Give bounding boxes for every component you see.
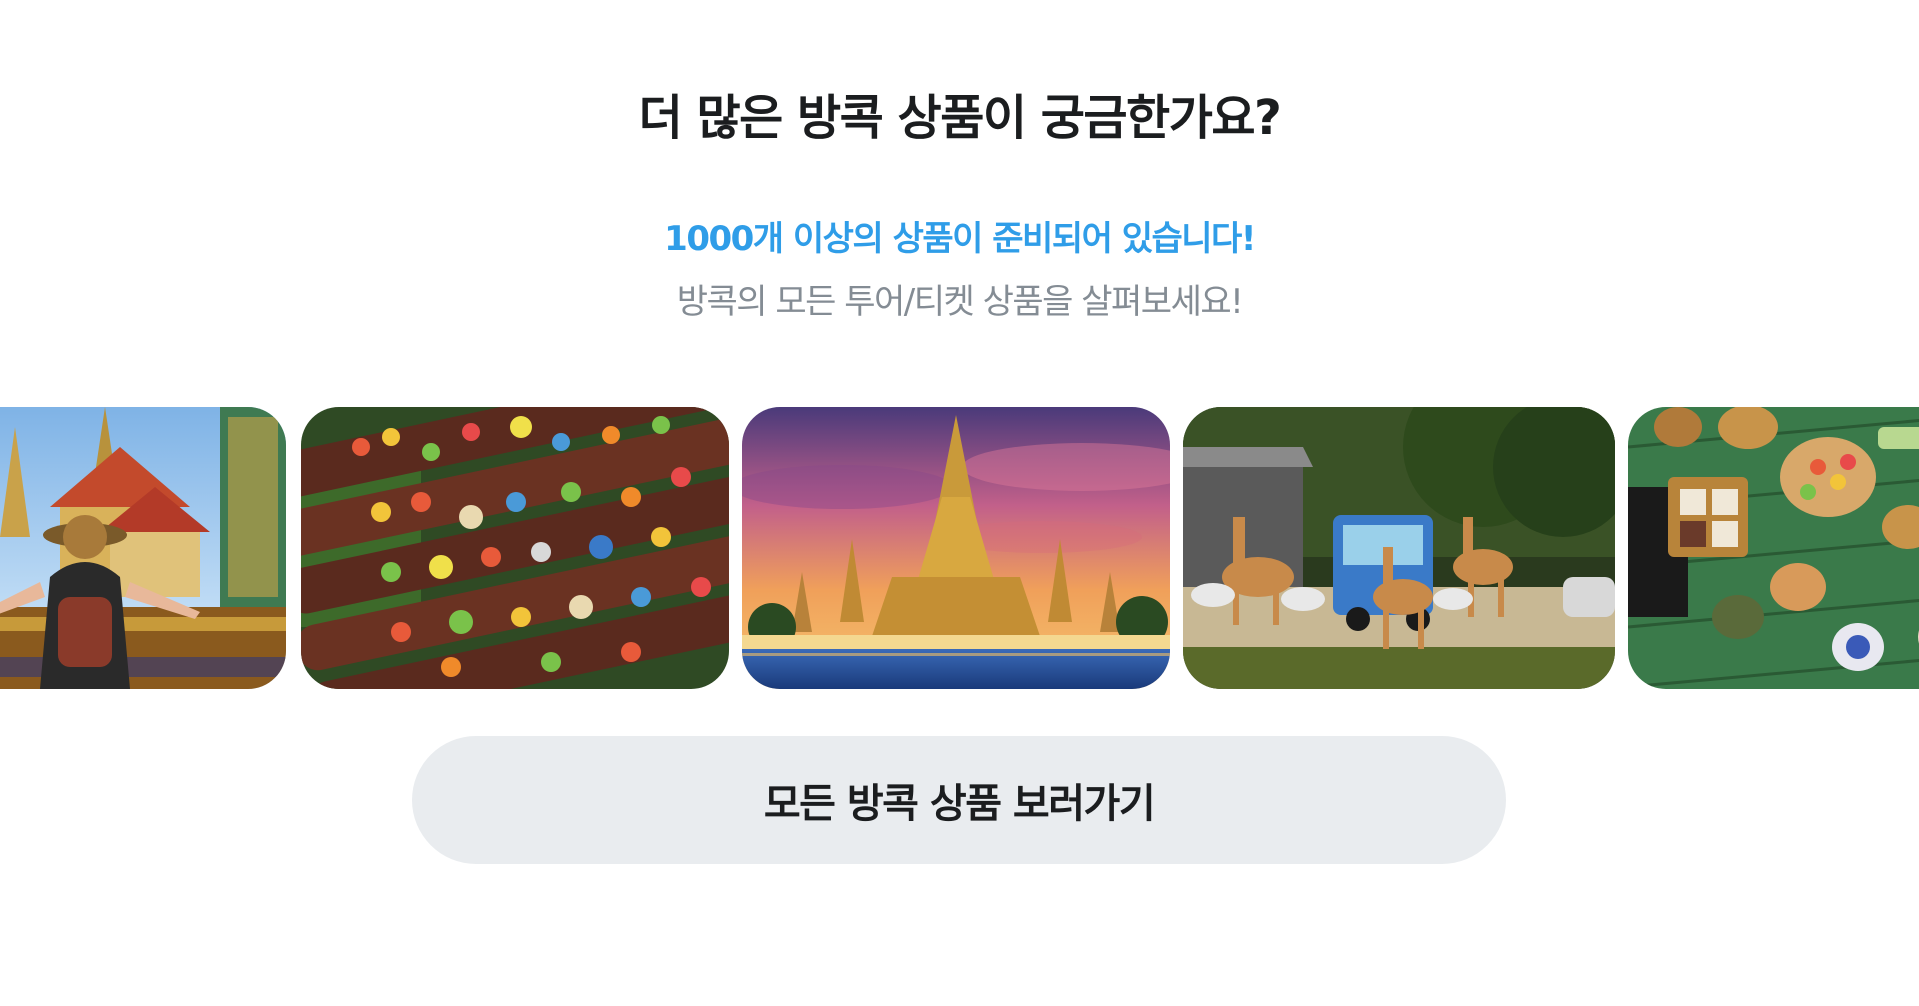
thai-food-image	[1628, 407, 1919, 689]
gallery-image-wat-arun[interactable]	[742, 407, 1170, 689]
section-title: 더 많은 방콕 상품이 궁금한가요?	[638, 90, 1282, 146]
gallery-image-safari-park[interactable]	[1183, 407, 1615, 689]
product-count-highlight: 1000개 이상의 상품이 준비되어 있습니다!	[664, 219, 1256, 259]
grand-palace-image	[0, 407, 286, 689]
floating-market-image	[301, 407, 729, 689]
view-all-bangkok-products-button[interactable]: 모든 방콕 상품 보러가기	[412, 736, 1506, 864]
gallery-image-floating-market[interactable]	[301, 407, 729, 689]
more-products-section: 더 많은 방콕 상품이 궁금한가요? 1000개 이상의 상품이 준비되어 있습…	[0, 0, 1919, 1006]
safari-park-image	[1183, 407, 1615, 689]
section-description: 방콕의 모든 투어/티켓 상품을 살펴보세요!	[676, 282, 1244, 322]
gallery-image-thai-food[interactable]	[1628, 407, 1919, 689]
image-carousel[interactable]	[0, 407, 1919, 689]
wat-arun-image	[742, 407, 1170, 689]
gallery-image-grand-palace[interactable]	[0, 407, 286, 689]
